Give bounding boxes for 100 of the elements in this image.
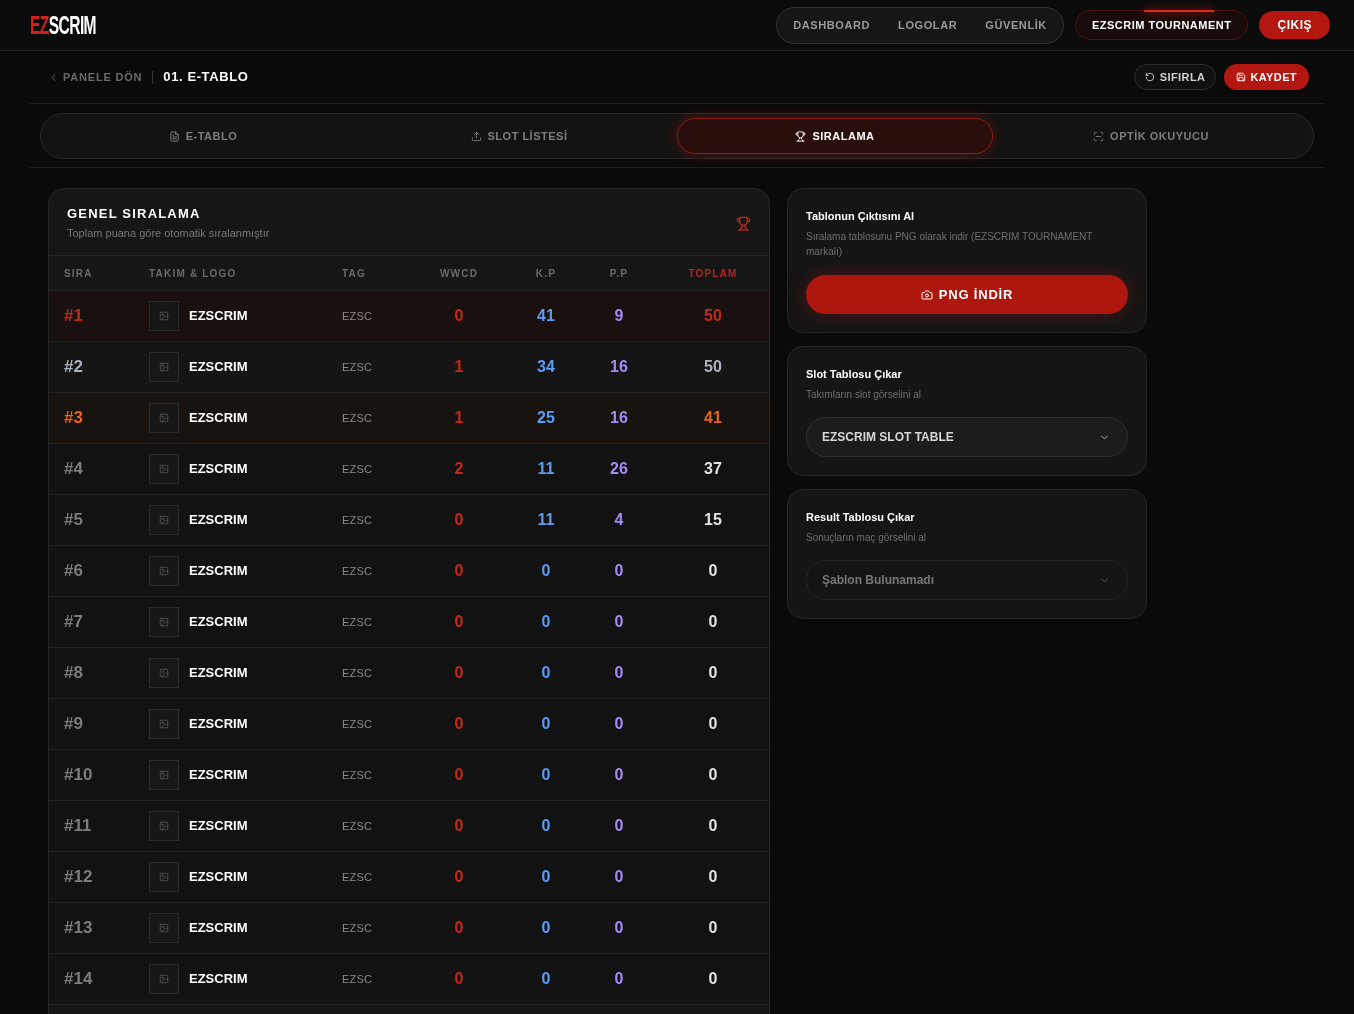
team-name: EZSCRIM (189, 766, 248, 785)
nav-link[interactable]: GÜVENLİK (985, 16, 1047, 34)
team-tag: EZSC (342, 460, 422, 478)
reset-button[interactable]: SIFIRLA (1133, 64, 1217, 90)
wwcd-value: 0 (454, 918, 464, 938)
rank-text: #4 (64, 458, 84, 481)
document-icon (168, 130, 180, 142)
column-header: WWCD (439, 266, 479, 281)
team-tag: EZSC (342, 409, 422, 427)
kill-points-value: 25 (537, 408, 555, 428)
column-header: TAG (342, 266, 367, 281)
total-value: 41 (703, 408, 722, 428)
total-value: 50 (703, 357, 722, 377)
template-select[interactable]: EZSCRIM SLOT TABLE (806, 417, 1128, 457)
team-name: EZSCRIM (189, 511, 248, 530)
nav-link[interactable]: LOGOLAR (898, 16, 958, 34)
upload-icon (470, 130, 482, 142)
save-button[interactable]: KAYDET (1224, 64, 1309, 90)
team-tag: EZSC (342, 562, 422, 580)
image-icon (149, 403, 179, 433)
rank-text: #2 (64, 356, 84, 379)
camera-icon (920, 288, 933, 301)
card-description: Sıralama tablosunu PNG olarak indir (EZSCRIM TOURNAMENT markalı) (806, 230, 1094, 259)
rank-text: #13 (64, 917, 94, 940)
total-value: 0 (707, 663, 718, 683)
image-icon (149, 658, 179, 688)
kill-points-value: 0 (541, 714, 551, 734)
team-name: EZSCRIM (189, 664, 248, 683)
column-header: K.P (535, 266, 557, 281)
total-value: 0 (707, 714, 718, 734)
team-tag: EZSC (342, 613, 422, 631)
wwcd-value: 1 (454, 408, 464, 428)
total-value: 0 (707, 816, 718, 836)
total-value: 0 (707, 969, 718, 989)
trophy-icon (736, 215, 751, 231)
column-header: TOPLAM (687, 266, 738, 281)
team-name: EZSCRIM (189, 562, 248, 581)
save-icon (1236, 72, 1247, 82)
card-description: Takımların slot görselini al (806, 388, 923, 402)
tab[interactable]: SIRALAMA (677, 118, 993, 154)
total-value: 0 (707, 765, 718, 785)
team-name: EZSCRIM (189, 970, 248, 989)
placement-points-value: 26 (610, 459, 628, 479)
image-icon (149, 760, 179, 790)
placement-points-value: 0 (614, 918, 624, 938)
image-icon (149, 607, 179, 637)
tab[interactable]: OPTİK OKUYUCU (993, 118, 1309, 154)
image-icon (149, 454, 179, 484)
image-icon (149, 862, 179, 892)
kill-points-value: 0 (541, 765, 551, 785)
total-value: 37 (703, 459, 722, 479)
card-title: Tablonun Çıktısını Al (806, 209, 916, 223)
team-name: EZSCRIM (189, 460, 248, 479)
placement-points-value: 0 (614, 561, 624, 581)
rank-text: #1 (64, 305, 84, 328)
card-title: Result Tablosu Çıkar (806, 510, 916, 524)
logout-button[interactable]: ÇIKIŞ (1259, 11, 1330, 39)
reset-icon (1144, 72, 1155, 82)
trophy-icon (795, 130, 807, 142)
team-name: EZSCRIM (189, 307, 248, 326)
kill-points-value: 0 (541, 561, 551, 581)
column-header: P.P (609, 266, 629, 281)
wwcd-value: 0 (454, 612, 464, 632)
team-tag: EZSC (342, 970, 422, 988)
wwcd-value: 0 (454, 867, 464, 887)
download-button[interactable]: PNG İNDİR (806, 275, 1128, 314)
placement-points-value: 0 (614, 816, 624, 836)
total-value: 0 (707, 918, 718, 938)
placement-points-value: 0 (614, 765, 624, 785)
team-tag: EZSC (342, 817, 422, 835)
wwcd-value: 0 (454, 561, 464, 581)
team-tag: EZSC (342, 868, 422, 886)
nav-link[interactable]: DASHBOARD (793, 16, 871, 34)
kill-points-value: 0 (541, 612, 551, 632)
kill-points-value: 11 (537, 510, 555, 530)
tournament-button[interactable]: EZSCRIM TOURNAMENT (1074, 10, 1249, 40)
card-description: Sonuçların maç görselini al (806, 531, 928, 545)
kill-points-value: 34 (537, 357, 555, 377)
kill-points-value: 0 (541, 969, 551, 989)
team-name: EZSCRIM (189, 715, 248, 734)
placement-points-value: 9 (614, 306, 624, 326)
column-header: TAKIM & LOGO (149, 266, 238, 281)
rank-text: #12 (64, 866, 94, 889)
team-tag: EZSC (342, 715, 422, 733)
team-name: EZSCRIM (189, 409, 248, 428)
kill-points-value: 11 (537, 459, 555, 479)
total-value: 50 (703, 306, 722, 326)
back-link[interactable]: PANELE DÖN (48, 68, 143, 86)
total-value: 0 (707, 561, 718, 581)
image-icon (149, 301, 179, 331)
rank-text: #14 (64, 968, 94, 991)
tab[interactable]: SLOT LİSTESİ (361, 118, 677, 154)
tab[interactable]: E-TABLO (45, 118, 361, 154)
image-icon (149, 352, 179, 382)
team-tag: EZSC (342, 358, 422, 376)
image-icon (149, 811, 179, 841)
team-name: EZSCRIM (189, 358, 248, 377)
rank-text: #6 (64, 560, 84, 583)
image-icon (149, 709, 179, 739)
rank-text: #11 (64, 815, 93, 838)
